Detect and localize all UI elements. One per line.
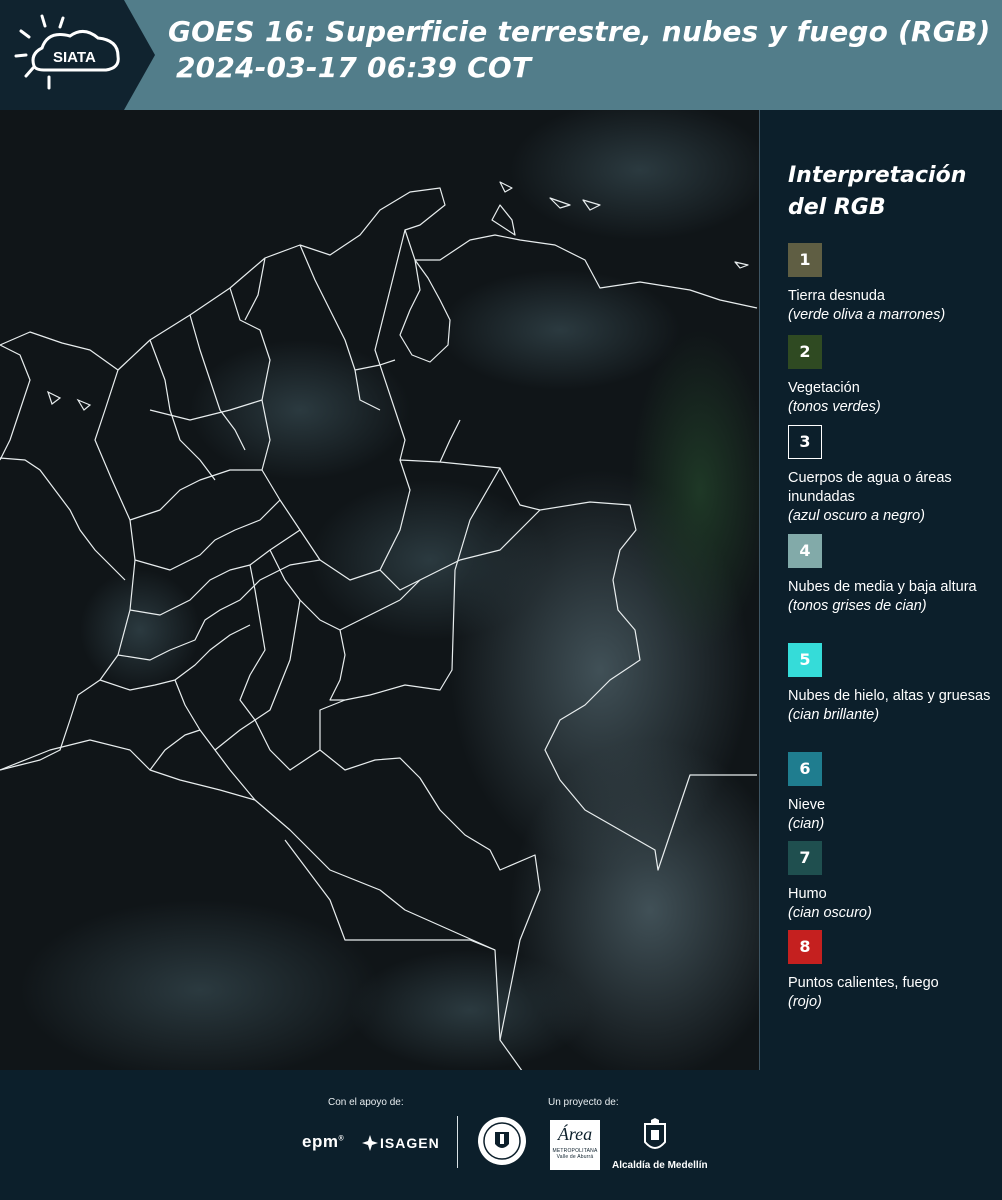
legend-swatch-2: 2	[788, 335, 822, 369]
isagen-star-icon	[362, 1135, 378, 1151]
legend-label-8: Puntos calientes, fuego	[788, 975, 939, 991]
isagen-logo[interactable]: ISAGEN	[360, 1133, 439, 1153]
legend-label-3: Cuerpos de agua o áreas inundadas	[788, 470, 952, 505]
siata-logo[interactable]: SIATA	[0, 0, 155, 110]
legend-label-4: Nubes de media y baja altura	[788, 579, 977, 595]
legend-swatch-3: 3	[788, 425, 822, 459]
legend-item-5: 5 Nubes de hielo, altas y gruesas (cian …	[788, 643, 1000, 725]
alcaldia-label: Alcaldía de Medellín	[612, 1160, 708, 1171]
legend-swatch-8: 8	[788, 930, 822, 964]
support-label: Con el apoyo de:	[328, 1097, 404, 1108]
legend-sub-7: (cian oscuro)	[788, 905, 872, 921]
timestamp-title: 2024-03-17 06:39 COT	[176, 51, 532, 84]
legend-title: Interpretación del RGB	[788, 163, 967, 220]
alcaldia-emblem-icon[interactable]	[641, 1118, 669, 1158]
siata-logo-text: SIATA	[53, 49, 96, 66]
area-metropolitana-logo[interactable]: Área METROPOLITANA Valle de Aburrá	[550, 1120, 600, 1170]
title-block: GOES 16: Superficie terrestre, nubes y f…	[168, 14, 998, 86]
legend-item-8: 8 Puntos calientes, fuego (rojo)	[788, 930, 1000, 1012]
project-label: Un proyecto de:	[548, 1097, 619, 1108]
legend-sub-2: (tonos verdes)	[788, 399, 881, 415]
legend-sub-4: (tonos grises de cian)	[788, 598, 927, 614]
legend-swatch-1: 1	[788, 243, 822, 277]
university-seal-icon[interactable]	[477, 1116, 527, 1166]
legend-item-7: 7 Humo (cian oscuro)	[788, 841, 1000, 923]
isagen-logo-text: ISAGEN	[380, 1135, 440, 1151]
legend-swatch-6: 6	[788, 752, 822, 786]
epm-logo-text: epm	[302, 1132, 339, 1151]
satellite-image-svg	[0, 110, 759, 1070]
epm-logo[interactable]: epm®	[302, 1132, 344, 1152]
legend-swatch-7: 7	[788, 841, 822, 875]
legend-item-2: 2 Vegetación (tonos verdes)	[788, 335, 1000, 417]
legend-sub-5: (cian brillante)	[788, 707, 880, 723]
legend-label-6: Nieve	[788, 797, 826, 813]
legend-label-5: Nubes de hielo, altas y gruesas	[788, 688, 991, 704]
satellite-map[interactable]	[0, 110, 760, 1070]
legend-label-7: Humo	[788, 886, 827, 902]
area-logo-big: Área	[557, 1124, 593, 1144]
legend-label-2: Vegetación	[788, 380, 860, 396]
legend-item-3: 3 Cuerpos de agua o áreas inundadas (azu…	[788, 425, 1000, 526]
legend-item-6: 6 Nieve (cian)	[788, 752, 1000, 834]
legend-label-1: Tierra desnuda	[788, 288, 885, 304]
page-title: GOES 16: Superficie terrestre, nubes y f…	[168, 15, 991, 48]
footer: Con el apoyo de: Un proyecto de: epm® IS…	[0, 1070, 1002, 1200]
legend-swatch-5: 5	[788, 643, 822, 677]
legend-item-1: 1 Tierra desnuda (verde oliva a marrones…	[788, 243, 1000, 325]
legend-sub-6: (cian)	[788, 816, 825, 832]
legend-sub-1: (verde oliva a marrones)	[788, 307, 946, 323]
legend-swatch-4: 4	[788, 534, 822, 568]
footer-divider	[457, 1116, 458, 1168]
legend-item-4: 4 Nubes de media y baja altura (tonos gr…	[788, 534, 1000, 616]
legend-sub-8: (rojo)	[788, 994, 822, 1010]
legend-sub-3: (azul oscuro a negro)	[788, 508, 926, 524]
area-logo-tag: Valle de Aburrá	[556, 1154, 594, 1160]
rgb-legend: Interpretación del RGB 1 Tierra desnuda …	[760, 110, 1002, 1070]
header-banner: SIATA GOES 16: Superficie terrestre, nub…	[0, 0, 1002, 110]
